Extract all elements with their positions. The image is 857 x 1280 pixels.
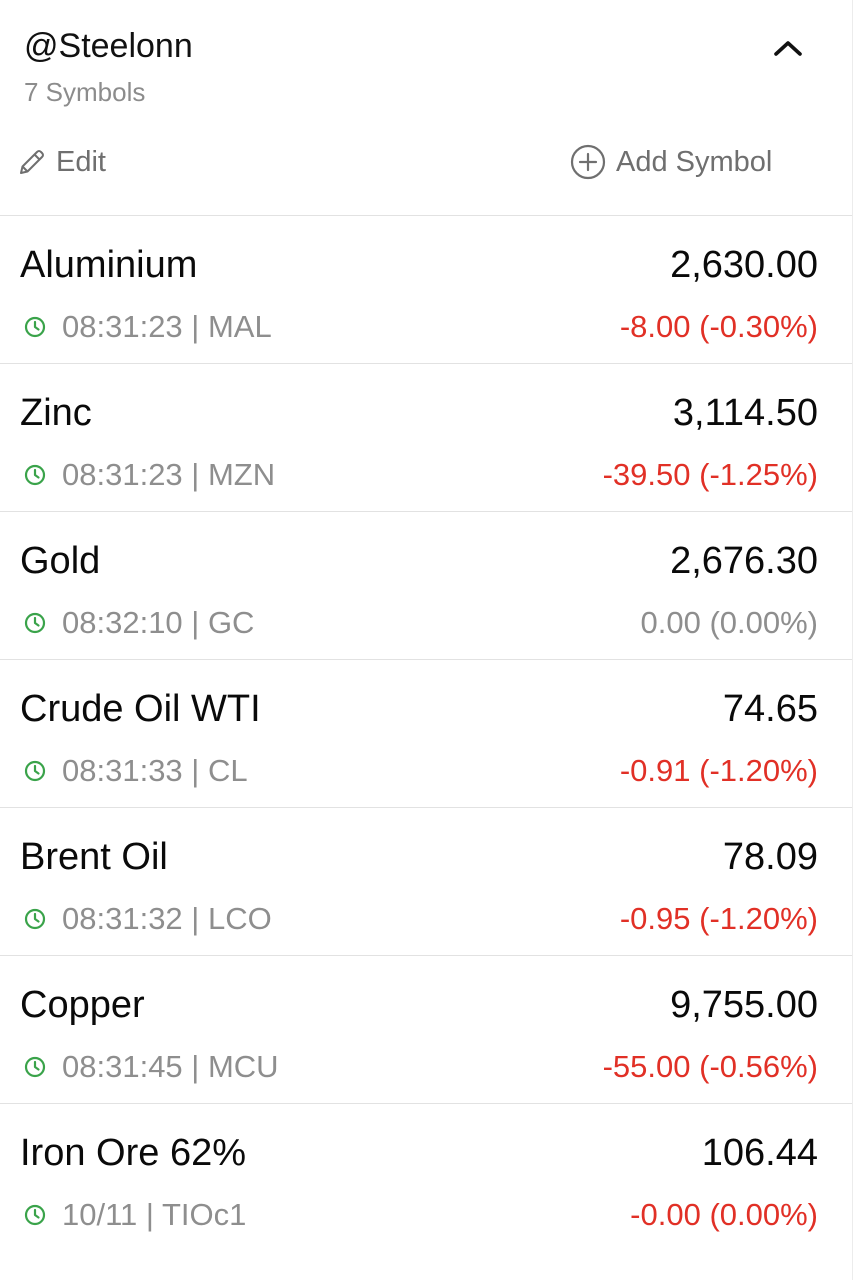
- symbol-change: -0.91 (-1.20%): [619, 753, 818, 788]
- symbol-row[interactable]: Gold 2,676.30 08:32:10 | GC 0.00 (0.00%): [0, 512, 852, 660]
- pencil-icon: [18, 148, 46, 176]
- symbol-meta: 08:31:45 | MCU: [24, 1048, 279, 1086]
- symbol-name: Crude Oil WTI: [20, 688, 261, 730]
- symbol-price: 74.65: [722, 688, 818, 730]
- symbol-meta: 08:31:23 | MZN: [24, 456, 275, 494]
- clock-icon: [24, 612, 46, 634]
- add-symbol-button[interactable]: Add Symbol: [570, 142, 772, 182]
- symbol-change: -39.50 (-1.25%): [602, 457, 818, 492]
- symbol-meta: 08:31:32 | LCO: [24, 900, 272, 938]
- symbol-name: Gold: [20, 540, 101, 582]
- symbol-list: Aluminium 2,630.00 08:31:23 | MAL -8.00 …: [0, 216, 852, 1252]
- symbol-row[interactable]: Copper 9,755.00 08:31:45 | MCU -55.00 (-…: [0, 956, 852, 1104]
- symbol-row[interactable]: Crude Oil WTI 74.65 08:31:33 | CL -0.91 …: [0, 660, 852, 808]
- symbol-time-code: 08:31:23 | MAL: [62, 309, 272, 344]
- symbol-change: -8.00 (-0.30%): [619, 309, 818, 344]
- symbol-meta: 08:31:33 | CL: [24, 752, 248, 790]
- symbol-price: 3,114.50: [672, 392, 818, 434]
- chevron-up-icon: [774, 41, 802, 56]
- collapse-button[interactable]: [766, 28, 810, 68]
- symbol-row[interactable]: Brent Oil 78.09 08:31:32 | LCO -0.95 (-1…: [0, 808, 852, 956]
- symbol-price: 78.09: [722, 836, 818, 878]
- symbol-row[interactable]: Iron Ore 62% 106.44 10/11 | TIOc1 -0.00 …: [0, 1104, 852, 1252]
- symbol-name: Brent Oil: [20, 836, 168, 878]
- symbol-price: 106.44: [701, 1132, 818, 1174]
- symbol-name: Iron Ore 62%: [20, 1132, 246, 1174]
- symbol-meta: 10/11 | TIOc1: [24, 1196, 246, 1234]
- symbol-price: 2,676.30: [670, 540, 818, 582]
- clock-icon: [24, 908, 46, 930]
- add-symbol-label: Add Symbol: [616, 146, 773, 178]
- symbol-meta: 08:31:23 | MAL: [24, 308, 272, 346]
- symbol-change: -0.00 (0.00%): [630, 1197, 818, 1232]
- symbol-price: 9,755.00: [670, 984, 818, 1026]
- edit-button[interactable]: Edit: [18, 142, 106, 182]
- symbol-time-code: 08:31:45 | MCU: [62, 1049, 279, 1084]
- watchlist-panel: @Steelonn 7 Symbols Edit Add Symbol Alum…: [0, 0, 853, 1280]
- symbol-time-code: 10/11 | TIOc1: [62, 1197, 247, 1232]
- symbol-price: 2,630.00: [670, 244, 818, 286]
- symbol-time-code: 08:31:32 | LCO: [62, 901, 272, 936]
- symbol-name: Aluminium: [20, 244, 198, 286]
- watchlist-title: @Steelonn: [24, 27, 193, 65]
- plus-circle-icon: [570, 144, 606, 180]
- symbol-row[interactable]: Zinc 3,114.50 08:31:23 | MZN -39.50 (-1.…: [0, 364, 852, 512]
- symbol-name: Copper: [20, 984, 145, 1026]
- symbol-change: -55.00 (-0.56%): [602, 1049, 818, 1084]
- watchlist-header: @Steelonn 7 Symbols Edit Add Symbol: [0, 0, 852, 216]
- symbol-row[interactable]: Aluminium 2,630.00 08:31:23 | MAL -8.00 …: [0, 216, 852, 364]
- edit-label: Edit: [56, 146, 106, 178]
- symbol-change: 0.00 (0.00%): [640, 605, 819, 640]
- symbol-change: -0.95 (-1.20%): [619, 901, 818, 936]
- symbol-count: 7 Symbols: [24, 77, 146, 107]
- symbol-time-code: 08:32:10 | GC: [62, 605, 255, 640]
- clock-icon: [24, 1056, 46, 1078]
- symbol-time-code: 08:31:33 | CL: [62, 753, 248, 788]
- symbol-meta: 08:32:10 | GC: [24, 604, 254, 642]
- clock-icon: [24, 760, 46, 782]
- symbol-time-code: 08:31:23 | MZN: [62, 457, 276, 492]
- clock-icon: [24, 1204, 46, 1226]
- symbol-name: Zinc: [20, 392, 92, 434]
- clock-icon: [24, 464, 46, 486]
- clock-icon: [24, 316, 46, 338]
